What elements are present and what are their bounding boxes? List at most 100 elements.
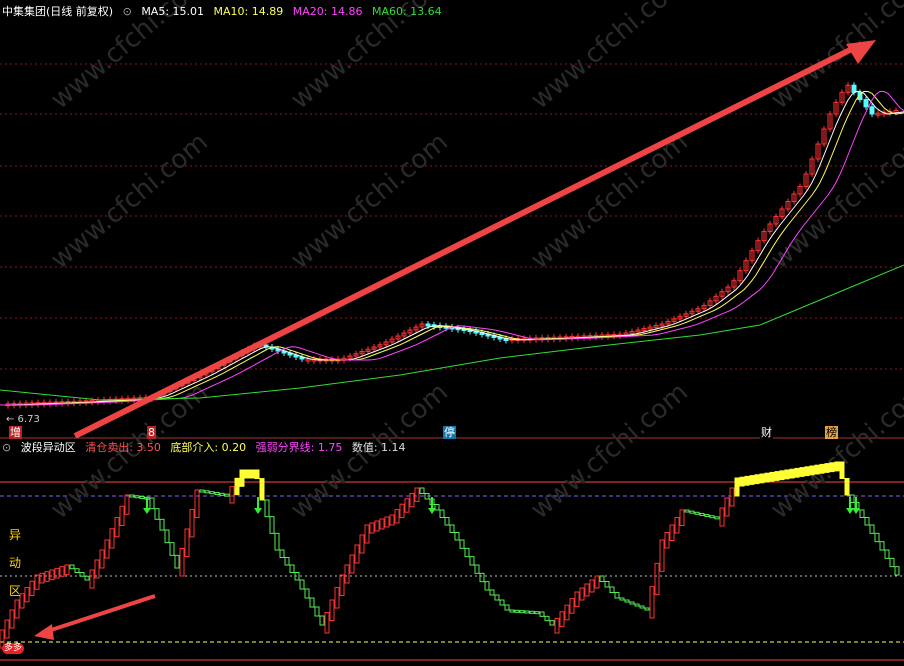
indicator-bar <box>874 532 880 543</box>
indicator-bar <box>674 517 680 534</box>
indicator-bar <box>629 601 635 605</box>
indicator-bar <box>514 609 520 613</box>
indicator-bar <box>539 611 545 617</box>
indicator-bar <box>729 487 735 507</box>
indicator-bar <box>164 529 170 544</box>
signal-tag[interactable]: 财 <box>760 426 773 439</box>
indicator-bar <box>789 468 795 479</box>
indicator-bar <box>439 509 445 518</box>
signal-tag[interactable]: 榜 <box>825 426 838 439</box>
indicator-bar <box>544 615 550 622</box>
indicator-bar <box>209 491 215 495</box>
indicator-bar <box>169 542 175 556</box>
indicator-bar <box>679 509 685 526</box>
indicator-bar <box>814 464 820 475</box>
indicator-bar <box>254 469 260 480</box>
indicator-bar <box>249 469 255 479</box>
sell-line-label: 清仓卖出: 3.50 <box>85 441 161 454</box>
indicator-bar <box>479 572 485 583</box>
indicator-bar <box>24 587 30 603</box>
indicator-bar <box>404 498 410 513</box>
indicator-bar <box>289 564 295 573</box>
indicator-bar <box>29 580 35 596</box>
indicator-bar <box>9 609 15 629</box>
indicator-bar <box>644 607 650 611</box>
indicator-bar <box>594 575 600 589</box>
indicator-bar <box>149 497 155 510</box>
buy-line-label: 底部介入: 0.20 <box>170 441 247 454</box>
indicator-bar <box>584 583 590 597</box>
indicator-name[interactable]: 波段异动区 <box>21 441 76 454</box>
indicator-bar <box>139 496 145 499</box>
main-chart-header: 中集集团(日线 前复权) ⊙ MA5: 15.01 MA10: 14.89 MA… <box>2 4 448 20</box>
indicator-bar <box>464 547 470 558</box>
indicator-bar <box>799 467 805 477</box>
indicator-bar <box>579 587 585 601</box>
indicator-bar <box>834 461 840 472</box>
indicator-bar <box>114 517 120 538</box>
indicator-bar <box>284 557 290 566</box>
bottom-badge: 多多 <box>2 643 25 654</box>
indicator-bar <box>774 471 780 481</box>
indicator-bar <box>124 494 130 515</box>
vertical-label-char: 异 <box>9 528 22 542</box>
indicator-bar <box>99 549 105 569</box>
low-price-label: ← 6.73 <box>6 414 40 425</box>
indicator-bar <box>859 509 865 518</box>
indicator-bar <box>669 524 675 541</box>
vertical-label-char: 区 <box>9 584 22 598</box>
indicator-bar <box>444 517 450 526</box>
indicator-bar <box>699 512 705 516</box>
candle-body <box>863 99 869 108</box>
indicator-bar <box>714 516 720 520</box>
indicator-bar <box>754 474 760 485</box>
indicator-bar <box>199 489 205 493</box>
indicator-bar <box>259 478 265 501</box>
indicator-bar <box>194 489 200 518</box>
indicator-bar <box>339 574 345 596</box>
indicator-bar <box>744 475 750 486</box>
indicator-bar <box>619 597 625 601</box>
indicator-bar <box>839 461 845 479</box>
ma60-label: MA60: 13.64 <box>371 5 442 18</box>
bottom-arrow <box>44 594 156 634</box>
indicator-bar <box>59 566 65 577</box>
indicator-bar <box>749 475 755 485</box>
indicator-bar <box>414 487 420 502</box>
chevron-down-icon[interactable]: ⊙ <box>123 5 132 18</box>
indicator-bar <box>809 465 815 476</box>
indicator-bar <box>794 467 800 478</box>
indicator-bar <box>214 492 220 495</box>
ma5-label: MA5: 15.01 <box>141 5 205 18</box>
stock-chart-canvas[interactable]: www.cfchi.com www.cfchi.com www.cfchi.com w… <box>0 0 904 666</box>
indicator-bar <box>219 492 225 496</box>
indicator-bar <box>224 493 230 497</box>
signal-tag[interactable]: 8 <box>147 426 156 439</box>
indicator-bar <box>829 462 835 473</box>
indicator-bar <box>779 470 785 481</box>
indicator-bar <box>399 503 405 519</box>
indicator-bar <box>604 581 610 588</box>
stock-title[interactable]: 中集集团(日线 前复权) <box>2 5 113 18</box>
indicator-bar <box>184 528 190 557</box>
indicator-bar <box>34 574 40 590</box>
sell-signal-arrow-head <box>852 508 860 514</box>
signal-tag[interactable]: 增 <box>9 426 22 439</box>
indicator-bar <box>454 532 460 541</box>
indicator-bar <box>769 471 775 482</box>
indicator-bar <box>234 477 240 496</box>
indicator-bar <box>844 478 850 496</box>
indicator-bar <box>204 490 210 494</box>
indicator-bar <box>624 599 630 603</box>
indicator-bar <box>559 611 565 627</box>
indicator-bar <box>84 575 90 581</box>
signal-tag[interactable]: 停 <box>443 426 456 439</box>
value-label: 数值: 1.14 <box>351 441 406 454</box>
indicator-bar <box>274 532 280 551</box>
gear-icon[interactable]: ⊙ <box>2 441 11 454</box>
indicator-bar <box>409 492 415 508</box>
indicator-bar <box>264 499 270 518</box>
sell-signal-arrow-head <box>143 508 151 514</box>
sell-signal-arrow-head <box>254 508 262 514</box>
indicator-bar <box>39 572 45 584</box>
